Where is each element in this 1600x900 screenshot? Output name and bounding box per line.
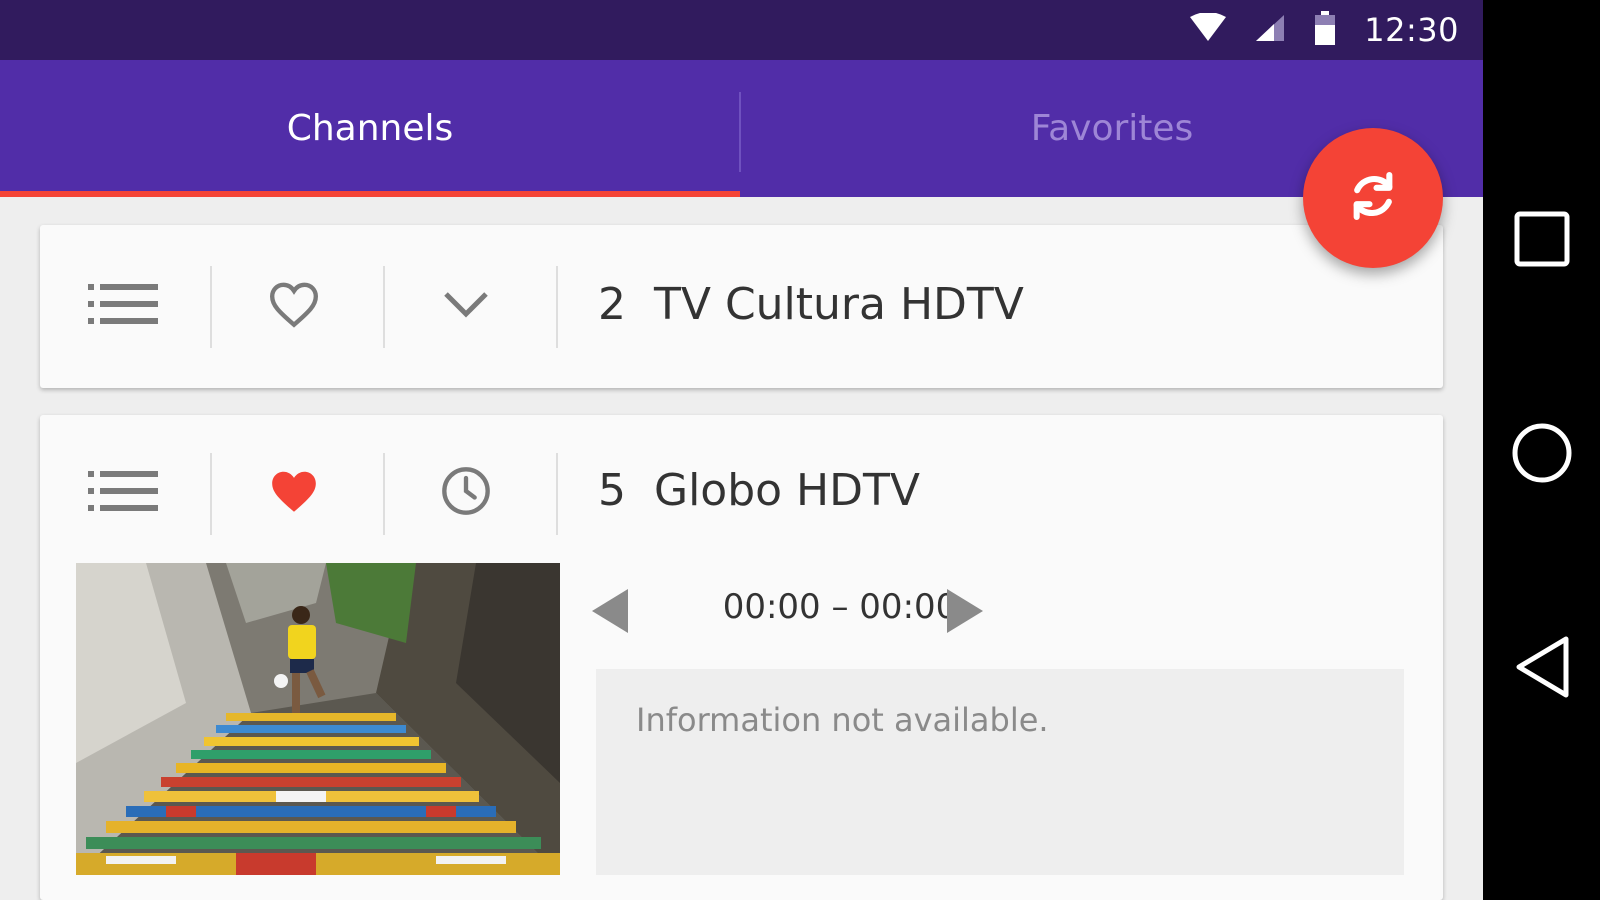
program-list-button[interactable] [64,443,184,543]
divider [556,266,558,348]
status-icons: 12:30 [1190,8,1459,52]
app-screen: 12:30 Channels Favorites 2 TV Cultura HD… [0,0,1483,900]
divider [210,453,212,535]
heart-filled-icon [267,467,321,519]
divider [383,453,385,535]
next-program-button[interactable] [935,583,995,643]
divider [210,266,212,348]
channel-title[interactable]: 2 TV Cultura HDTV [598,279,1024,330]
triangle-left-icon [590,588,630,638]
refresh-button[interactable] [1303,128,1443,268]
battery-icon [1314,11,1336,49]
tab-channels[interactable]: Channels [0,60,740,197]
tab-bar: Channels Favorites [0,60,1483,197]
previous-program-button[interactable] [580,583,640,643]
program-info-box: Information not available. [596,669,1404,875]
list-icon [88,469,160,517]
triangle-right-icon [945,588,985,638]
channel-name: TV Cultura HDTV [653,279,1024,330]
status-clock: 12:30 [1364,11,1459,49]
expand-button[interactable] [406,256,526,356]
favorite-toggle[interactable] [234,256,354,356]
program-info-text: Information not available. [636,701,1049,739]
program-list-button[interactable] [64,256,184,356]
recents-icon [1513,210,1571,272]
channel-title[interactable]: 5 Globo HDTV [598,465,920,516]
channel-card[interactable]: 2 TV Cultura HDTV [40,225,1443,388]
recents-button[interactable] [1483,186,1600,296]
navigation-bar [1483,0,1600,900]
channel-thumbnail[interactable] [76,563,560,875]
schedule-button[interactable] [406,443,526,543]
divider [383,266,385,348]
back-button[interactable] [1483,614,1600,724]
clock-icon [440,465,492,521]
cell-signal-icon [1254,13,1286,47]
home-button[interactable] [1483,400,1600,510]
wifi-icon [1190,12,1227,47]
chevron-down-icon [442,288,490,324]
list-icon [88,282,160,330]
status-bar: 12:30 [0,0,1483,60]
heart-outline-icon [267,280,321,332]
favorite-toggle[interactable] [234,443,354,543]
back-icon [1513,635,1571,703]
tab-selected-indicator [0,191,740,197]
channel-number: 2 [598,279,626,330]
channel-name: Globo HDTV [653,465,921,516]
channel-number: 5 [598,465,626,516]
channel-card[interactable]: 5 Globo HDTV 00:00 – 00:00 Information n… [40,415,1443,900]
home-icon [1510,421,1574,489]
divider [556,453,558,535]
refresh-icon [1345,168,1401,228]
